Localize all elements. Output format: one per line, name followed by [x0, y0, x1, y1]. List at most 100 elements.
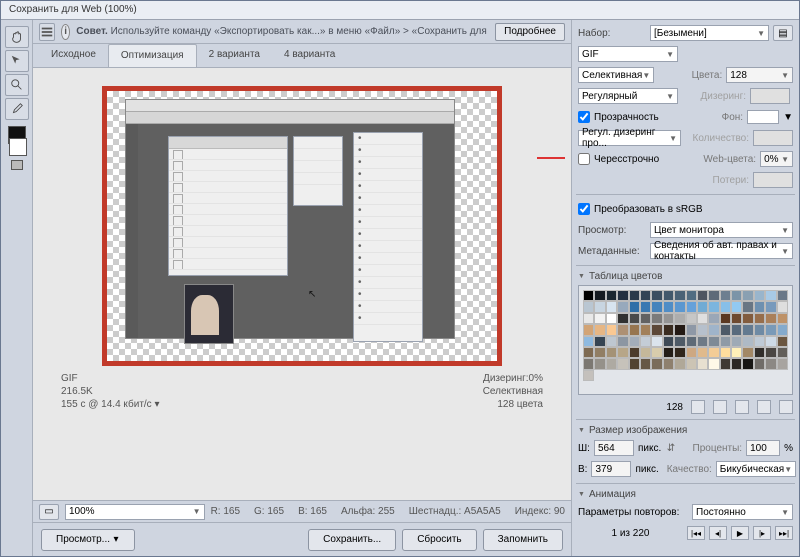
color-swatch[interactable]: [720, 336, 731, 347]
color-swatch[interactable]: [606, 313, 617, 324]
color-swatch[interactable]: [606, 336, 617, 347]
color-swatch[interactable]: [674, 347, 685, 358]
link-dimensions-icon[interactable]: ⇵: [665, 443, 677, 454]
color-swatch[interactable]: [663, 313, 674, 324]
color-swatch[interactable]: [731, 290, 742, 301]
width-field[interactable]: [594, 440, 634, 456]
color-swatch[interactable]: [606, 301, 617, 312]
color-swatch[interactable]: [708, 313, 719, 324]
tab-4up[interactable]: 4 варианта: [272, 44, 347, 67]
color-swatch[interactable]: [674, 301, 685, 312]
color-swatch[interactable]: [765, 290, 776, 301]
color-swatch[interactable]: [708, 358, 719, 369]
preview-mode-select[interactable]: Цвет монитора▼: [650, 222, 793, 238]
color-swatch[interactable]: [742, 290, 753, 301]
color-swatch[interactable]: [606, 347, 617, 358]
matte-color[interactable]: [747, 110, 779, 124]
ct-map-icon[interactable]: [735, 400, 749, 414]
color-swatch[interactable]: [686, 324, 697, 335]
color-swatch[interactable]: [742, 358, 753, 369]
color-swatch[interactable]: [594, 313, 605, 324]
color-swatch[interactable]: [651, 336, 662, 347]
color-swatch[interactable]: [629, 347, 640, 358]
color-swatch[interactable]: [720, 301, 731, 312]
color-swatch[interactable]: [765, 324, 776, 335]
color-swatch[interactable]: [765, 313, 776, 324]
ct-lock-icon[interactable]: [713, 400, 727, 414]
color-swatch[interactable]: [777, 290, 788, 301]
color-swatch[interactable]: [686, 290, 697, 301]
color-swatch[interactable]: [742, 347, 753, 358]
color-swatch[interactable]: [651, 313, 662, 324]
color-swatch[interactable]: [674, 358, 685, 369]
color-swatch[interactable]: [583, 370, 594, 381]
hand-tool[interactable]: [5, 26, 29, 48]
color-swatch[interactable]: [720, 313, 731, 324]
zoom-select[interactable]: 100%▼: [65, 504, 205, 520]
ct-new-icon[interactable]: [757, 400, 771, 414]
color-swatch[interactable]: [720, 290, 731, 301]
color-swatch[interactable]: [617, 290, 628, 301]
color-swatch[interactable]: [731, 301, 742, 312]
color-swatch[interactable]: [617, 358, 628, 369]
color-swatch[interactable]: [617, 301, 628, 312]
color-swatch[interactable]: [754, 290, 765, 301]
color-swatch[interactable]: [583, 324, 594, 335]
color-swatch[interactable]: [708, 347, 719, 358]
color-swatch[interactable]: [629, 358, 640, 369]
color-swatch[interactable]: [697, 336, 708, 347]
color-swatch[interactable]: [686, 313, 697, 324]
color-swatch[interactable]: [765, 301, 776, 312]
color-table[interactable]: [578, 285, 793, 395]
color-swatch[interactable]: [640, 347, 651, 358]
optimize-menu-icon[interactable]: [39, 23, 55, 41]
color-swatch[interactable]: [663, 290, 674, 301]
color-swatch[interactable]: [708, 290, 719, 301]
transparency-checkbox[interactable]: Прозрачность: [578, 111, 659, 123]
color-swatch[interactable]: [629, 324, 640, 335]
color-swatch[interactable]: [777, 324, 788, 335]
interlaced-checkbox[interactable]: Чересстрочно: [578, 153, 659, 165]
color-swatch[interactable]: [594, 301, 605, 312]
metadata-select[interactable]: Сведения об авт. правах и контакты▼: [650, 243, 793, 259]
color-swatch[interactable]: [594, 324, 605, 335]
matte-dropdown-icon[interactable]: ▼: [783, 112, 793, 123]
color-swatch[interactable]: [663, 358, 674, 369]
color-swatch[interactable]: [663, 301, 674, 312]
color-swatch[interactable]: [731, 347, 742, 358]
color-swatch[interactable]: [686, 336, 697, 347]
color-swatch[interactable]: [754, 313, 765, 324]
color-swatch[interactable]: [640, 358, 651, 369]
dither-algo-select[interactable]: Регулярный▼: [578, 88, 678, 104]
remember-button[interactable]: Запомнить: [483, 529, 563, 551]
color-swatch[interactable]: [697, 358, 708, 369]
color-swatch[interactable]: [674, 324, 685, 335]
color-swatch[interactable]: [617, 336, 628, 347]
color-swatch[interactable]: [594, 358, 605, 369]
color-swatch[interactable]: [629, 290, 640, 301]
learn-more-button[interactable]: Подробнее: [495, 23, 565, 41]
play-button[interactable]: ▶: [731, 526, 749, 540]
color-swatch[interactable]: [651, 347, 662, 358]
color-swatch[interactable]: [663, 347, 674, 358]
color-swatch[interactable]: [697, 313, 708, 324]
preset-menu-icon[interactable]: ▤: [773, 25, 793, 41]
color-swatch[interactable]: [594, 347, 605, 358]
prev-frame-button[interactable]: ◂|: [709, 526, 727, 540]
color-swatch[interactable]: [697, 347, 708, 358]
color-swatch[interactable]: [629, 336, 640, 347]
color-swatch[interactable]: [754, 301, 765, 312]
color-swatch[interactable]: [583, 301, 594, 312]
next-frame-button[interactable]: |▸: [753, 526, 771, 540]
color-swatch[interactable]: [777, 301, 788, 312]
color-swatch[interactable]: [765, 347, 776, 358]
ct-sort-icon[interactable]: [691, 400, 705, 414]
color-swatch[interactable]: [720, 324, 731, 335]
color-swatch[interactable]: [697, 301, 708, 312]
color-swatch[interactable]: [606, 290, 617, 301]
color-swatch[interactable]: [629, 313, 640, 324]
percent-field[interactable]: [746, 440, 780, 456]
color-swatch[interactable]: [742, 324, 753, 335]
color-swatch[interactable]: [629, 301, 640, 312]
slice-select-tool[interactable]: [5, 50, 29, 72]
